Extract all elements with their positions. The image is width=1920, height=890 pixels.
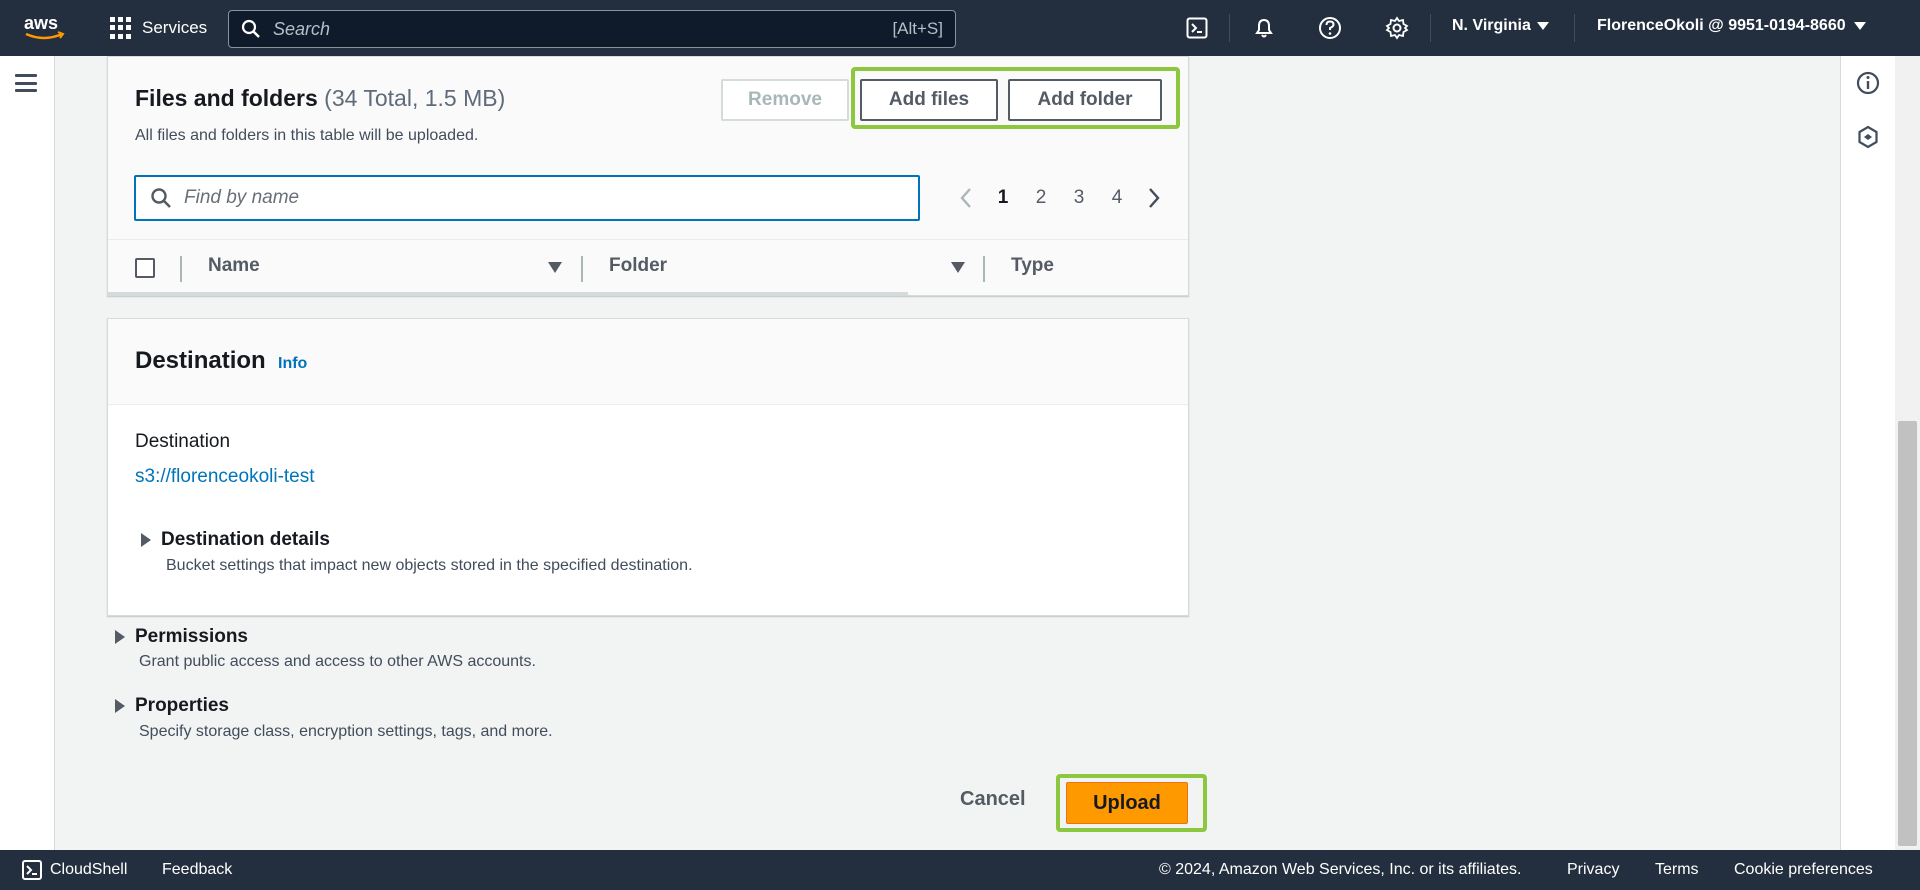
caret-right-icon bbox=[115, 630, 125, 644]
files-and-folders-panel: Files and folders (34 Total, 1.5 MB) All… bbox=[107, 56, 1189, 296]
find-placeholder: Find by name bbox=[184, 187, 300, 208]
destination-details-expander[interactable]: Destination details bbox=[141, 529, 330, 551]
terms-link[interactable]: Terms bbox=[1655, 861, 1699, 879]
aws-logo[interactable]: aws bbox=[22, 12, 70, 42]
region-selector[interactable]: N. Virginia bbox=[1452, 17, 1549, 35]
search-icon bbox=[151, 188, 171, 208]
destination-details-title: Destination details bbox=[161, 529, 330, 550]
find-by-name-input[interactable]: Find by name bbox=[134, 175, 920, 221]
menu-icon[interactable] bbox=[15, 74, 37, 92]
column-type[interactable]: Type bbox=[1011, 255, 1054, 277]
permissions-expander[interactable]: Permissions bbox=[115, 626, 248, 648]
scrollbar-thumb[interactable] bbox=[1898, 421, 1917, 846]
cloudshell-link[interactable]: CloudShell bbox=[50, 861, 127, 879]
select-all-checkbox[interactable] bbox=[135, 258, 155, 278]
files-subtitle: All files and folders in this table will… bbox=[135, 127, 479, 144]
properties-title: Properties bbox=[135, 695, 229, 716]
column-folder[interactable]: Folder bbox=[609, 255, 667, 277]
top-navigation: aws Services Search [Alt+S] N. Virginia … bbox=[0, 0, 1920, 56]
region-label: N. Virginia bbox=[1452, 17, 1531, 34]
destination-title: Destination bbox=[135, 347, 266, 374]
footer: CloudShell Feedback © 2024, Amazon Web S… bbox=[0, 850, 1920, 890]
pagination: 1 2 3 4 bbox=[948, 183, 1172, 213]
caret-right-icon bbox=[115, 699, 125, 713]
chevron-left-icon bbox=[960, 188, 971, 208]
account-label: FlorenceOkoli @ 9951-0194-8660 bbox=[1597, 17, 1846, 34]
cloudshell-icon[interactable] bbox=[22, 860, 42, 880]
cloudshell-icon[interactable] bbox=[1183, 14, 1211, 42]
destination-info-link[interactable]: Info bbox=[278, 355, 307, 373]
left-navigation-rail bbox=[0, 56, 55, 850]
search-icon bbox=[241, 19, 260, 38]
destination-details-desc: Bucket settings that impact new objects … bbox=[166, 557, 693, 574]
global-search-input[interactable]: Search [Alt+S] bbox=[228, 10, 956, 48]
settings-icon[interactable] bbox=[1383, 14, 1411, 42]
add-folder-button[interactable]: Add folder bbox=[1008, 79, 1162, 121]
svg-text:aws: aws bbox=[24, 13, 58, 33]
services-label: Services bbox=[142, 18, 208, 37]
permissions-desc: Grant public access and access to other … bbox=[139, 653, 536, 670]
hexagon-shield-icon[interactable] bbox=[1855, 124, 1881, 150]
page-1-button[interactable]: 1 bbox=[984, 187, 1022, 209]
previous-page-button[interactable] bbox=[948, 183, 984, 213]
properties-desc: Specify storage class, encryption settin… bbox=[139, 723, 553, 740]
caret-down-icon bbox=[1536, 22, 1549, 30]
search-placeholder: Search bbox=[273, 18, 331, 39]
account-menu[interactable]: FlorenceOkoli @ 9951-0194-8660 bbox=[1597, 17, 1866, 35]
caret-right-icon bbox=[141, 533, 151, 547]
page-scrollbar[interactable] bbox=[1895, 56, 1920, 850]
page-3-button[interactable]: 3 bbox=[1060, 187, 1098, 209]
page-2-button[interactable]: 2 bbox=[1022, 187, 1060, 209]
column-name[interactable]: Name bbox=[208, 255, 260, 277]
add-files-button[interactable]: Add files bbox=[860, 79, 998, 121]
cancel-button[interactable]: Cancel bbox=[960, 788, 1026, 811]
files-title: Files and folders (34 Total, 1.5 MB) bbox=[135, 85, 505, 112]
destination-panel: Destination Info Destination s3://floren… bbox=[107, 318, 1189, 616]
bell-icon[interactable] bbox=[1250, 14, 1278, 42]
sort-folder-icon[interactable] bbox=[951, 262, 965, 273]
privacy-link[interactable]: Privacy bbox=[1567, 861, 1619, 879]
services-grid-icon bbox=[110, 17, 132, 39]
search-shortcut: [Alt+S] bbox=[892, 19, 943, 38]
feedback-link[interactable]: Feedback bbox=[162, 861, 232, 879]
destination-label: Destination bbox=[135, 431, 231, 452]
copyright-text: © 2024, Amazon Web Services, Inc. or its… bbox=[1159, 861, 1522, 878]
properties-expander[interactable]: Properties bbox=[115, 695, 229, 717]
destination-bucket-link[interactable]: s3://florenceokoli-test bbox=[135, 466, 315, 488]
upload-button[interactable]: Upload bbox=[1066, 782, 1188, 824]
page-4-button[interactable]: 4 bbox=[1098, 187, 1136, 209]
permissions-title: Permissions bbox=[135, 626, 248, 647]
info-icon[interactable] bbox=[1855, 70, 1881, 96]
right-tools-rail bbox=[1840, 56, 1895, 850]
cookie-preferences-link[interactable]: Cookie preferences bbox=[1734, 861, 1873, 879]
files-count: (34 Total, 1.5 MB) bbox=[324, 85, 506, 111]
files-table-header: Name Folder Type bbox=[108, 239, 1188, 295]
chevron-right-icon bbox=[1149, 188, 1160, 208]
help-icon[interactable] bbox=[1316, 14, 1344, 42]
services-menu-button[interactable]: Services bbox=[110, 14, 207, 42]
next-page-button[interactable] bbox=[1136, 183, 1172, 213]
caret-down-icon bbox=[1853, 22, 1866, 30]
destination-header: Destination Info bbox=[108, 319, 1188, 405]
sort-name-icon[interactable] bbox=[548, 262, 562, 273]
remove-button[interactable]: Remove bbox=[721, 79, 849, 121]
files-title-text: Files and folders bbox=[135, 85, 318, 111]
